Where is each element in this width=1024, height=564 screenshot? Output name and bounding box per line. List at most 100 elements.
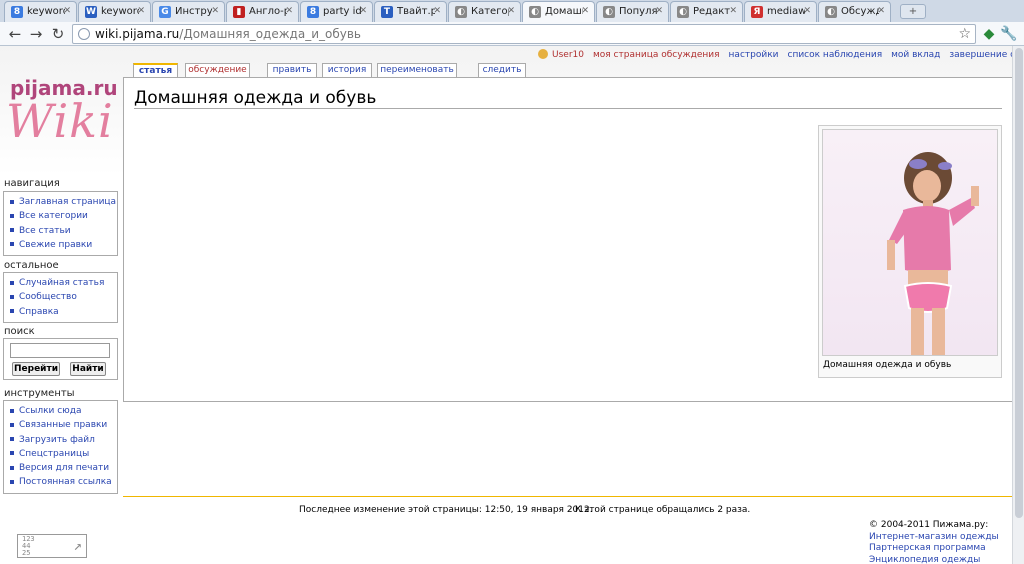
star-icon[interactable]: ☆ [958, 25, 971, 43]
site-logo[interactable]: pijama.ru Wiki [6, 76, 120, 156]
sidebar-item-what-links-here[interactable]: Ссылки сюда [10, 404, 117, 418]
page-title: Домашняя одежда и обувь [134, 88, 377, 108]
close-icon[interactable]: ✕ [877, 6, 885, 16]
back-arrow-icon[interactable]: ← [6, 25, 24, 43]
favicon-icon: ◐ [677, 6, 689, 18]
sidebar-item-all-articles[interactable]: Все статьи [10, 224, 117, 238]
close-icon[interactable]: ✕ [359, 6, 367, 16]
tab-title: mediawi [767, 6, 805, 17]
personal-link-preferences[interactable]: настройки [729, 50, 779, 60]
new-tab-button[interactable]: + [900, 4, 926, 19]
personal-link-contributions[interactable]: мой вклад [891, 50, 940, 60]
reload-icon[interactable]: ↻ [49, 25, 67, 43]
browser-tab[interactable]: ◐ Домашн✕ [522, 1, 595, 22]
tools-portlet: Ссылки сюда Связанные правки Загрузить ф… [3, 400, 118, 494]
sidebar-item-upload-file[interactable]: Загрузить файл [10, 433, 117, 447]
navigation-portlet: Заглавная страница Все категории Все ста… [3, 191, 118, 257]
footer-view-count: К этой странице обращались 2 раза. [575, 505, 751, 515]
browser-tab[interactable]: ◐ Популя ✕ [596, 1, 669, 22]
browser-tab[interactable]: T Твайт.р ✕ [374, 1, 447, 22]
address-host: wiki.pijama.ru [95, 27, 180, 41]
browser-tab[interactable]: 8 keyword ✕ [4, 1, 77, 22]
sidebar-item-printable-version[interactable]: Версия для печати [10, 461, 117, 475]
page-scrollbar[interactable] [1012, 46, 1024, 564]
sidebar-item-help[interactable]: Справка [10, 305, 117, 319]
tab-watch[interactable]: следить [478, 63, 526, 77]
favicon-icon: Я [751, 6, 763, 18]
close-icon[interactable]: ✕ [655, 6, 663, 16]
browser-tab[interactable]: ◐ Редакти✕ [670, 1, 743, 22]
close-icon[interactable]: ✕ [137, 6, 145, 16]
footer-link-partner[interactable]: Партнерская программа [869, 543, 999, 555]
personal-link-talk[interactable]: моя страница обсуждения [593, 50, 720, 60]
tab-title: keyword [27, 6, 65, 17]
close-icon[interactable]: ✕ [211, 6, 219, 16]
browser-tab[interactable]: ◐ Обсужд ✕ [818, 1, 891, 22]
close-icon[interactable]: ✕ [507, 6, 515, 16]
tab-title: Домашн [545, 6, 583, 17]
tab-title: Англо-р [249, 6, 287, 17]
other-portlet: Случайная статья Сообщество Справка [3, 272, 118, 323]
tab-edit[interactable]: править [267, 63, 317, 77]
tab-article[interactable]: статья [133, 63, 178, 77]
close-icon[interactable]: ✕ [803, 6, 811, 16]
close-icon[interactable]: ✕ [63, 6, 71, 16]
search-input[interactable] [10, 343, 110, 358]
search-heading: поиск [4, 326, 35, 337]
arrow-icon: ↗ [73, 538, 82, 554]
browser-tab[interactable]: ▮ Англо-р ✕ [226, 1, 299, 22]
thumbnail-image[interactable] [822, 129, 998, 356]
footer-last-modified: Последнее изменение этой страницы: 12:50… [299, 505, 593, 515]
content-area: Домашняя одежда и обувь Домашняя одежда … [123, 77, 1012, 402]
close-icon[interactable]: ✕ [285, 6, 293, 16]
sidebar-item-all-categories[interactable]: Все категории [10, 209, 117, 223]
address-bar[interactable]: wiki.pijama.ru/Домашняя_одежда_и_обувь ☆ [72, 24, 976, 44]
tab-title: keyword [101, 6, 139, 17]
footer-copyright-block: © 2004-2011 Пижама.ру: Интернет-магазин … [869, 520, 999, 564]
browser-tab[interactable]: Яmediawi ✕ [744, 1, 817, 22]
scrollbar-thumb[interactable] [1015, 48, 1023, 518]
personal-link-logout[interactable]: завершение сеанса [949, 50, 1012, 60]
counter-line: 25 [22, 549, 31, 557]
favicon-icon: ◐ [455, 6, 467, 18]
user-link[interactable]: User10 [552, 50, 584, 60]
close-icon[interactable]: ✕ [729, 6, 737, 16]
thumbnail-caption: Домашняя одежда и обувь [823, 360, 952, 370]
extension-icon[interactable]: ◆ [980, 25, 998, 43]
go-button[interactable]: Перейти [12, 362, 60, 376]
forward-arrow-icon[interactable]: → [27, 25, 45, 43]
sidebar-item-related-changes[interactable]: Связанные правки [10, 418, 117, 432]
personal-tools: User10 моя страница обсуждения настройки сп… [538, 49, 1012, 60]
visit-counter-badge[interactable]: 123 44 25 ↗ [17, 534, 87, 558]
sidebar-item-main-page[interactable]: Заглавная страница [10, 195, 117, 209]
tab-title: Редакти [693, 6, 731, 17]
title-divider [134, 108, 1002, 109]
close-icon[interactable]: ✕ [581, 6, 589, 16]
close-icon[interactable]: ✕ [433, 6, 441, 16]
search-button[interactable]: Найти [70, 362, 106, 376]
sidebar-item-permanent-link[interactable]: Постоянная ссылка [10, 475, 117, 489]
sidebar-item-recent-changes[interactable]: Свежие правки [10, 238, 117, 252]
tab-move[interactable]: переименовать [377, 63, 457, 77]
globe-icon [78, 28, 90, 40]
sidebar-item-special-pages[interactable]: Спецстраницы [10, 447, 117, 461]
browser-tab[interactable]: ◐ Категор✕ [448, 1, 521, 22]
page-viewport: pijama.ru Wiki User10 моя страница обсужд… [0, 46, 1012, 564]
footer-link-shop[interactable]: Интернет-магазин одежды [869, 532, 999, 544]
sidebar-item-random-article[interactable]: Случайная статья [10, 276, 117, 290]
tab-discussion[interactable]: обсуждение [185, 63, 250, 77]
personal-link-watchlist[interactable]: список наблюдения [788, 50, 883, 60]
browser-tab[interactable]: Wkeyword ✕ [78, 1, 151, 22]
favicon-icon: ▮ [233, 6, 245, 18]
wrench-icon[interactable]: 🔧 [1000, 25, 1018, 43]
favicon-icon: G [159, 6, 171, 18]
favicon-icon: ◐ [529, 6, 541, 18]
tab-history[interactable]: история [322, 63, 372, 77]
browser-tab[interactable]: 8 party id ✕ [300, 1, 373, 22]
browser-tab[interactable]: G Инстру ✕ [152, 1, 225, 22]
footer-link-encyclopedia[interactable]: Энциклопедия одежды [869, 555, 999, 564]
other-heading: остальное [4, 260, 59, 271]
address-path: /Домашняя_одежда_и_обувь [179, 27, 361, 41]
product-photo-illustration [887, 152, 979, 355]
sidebar-item-community[interactable]: Сообщество [10, 290, 117, 304]
